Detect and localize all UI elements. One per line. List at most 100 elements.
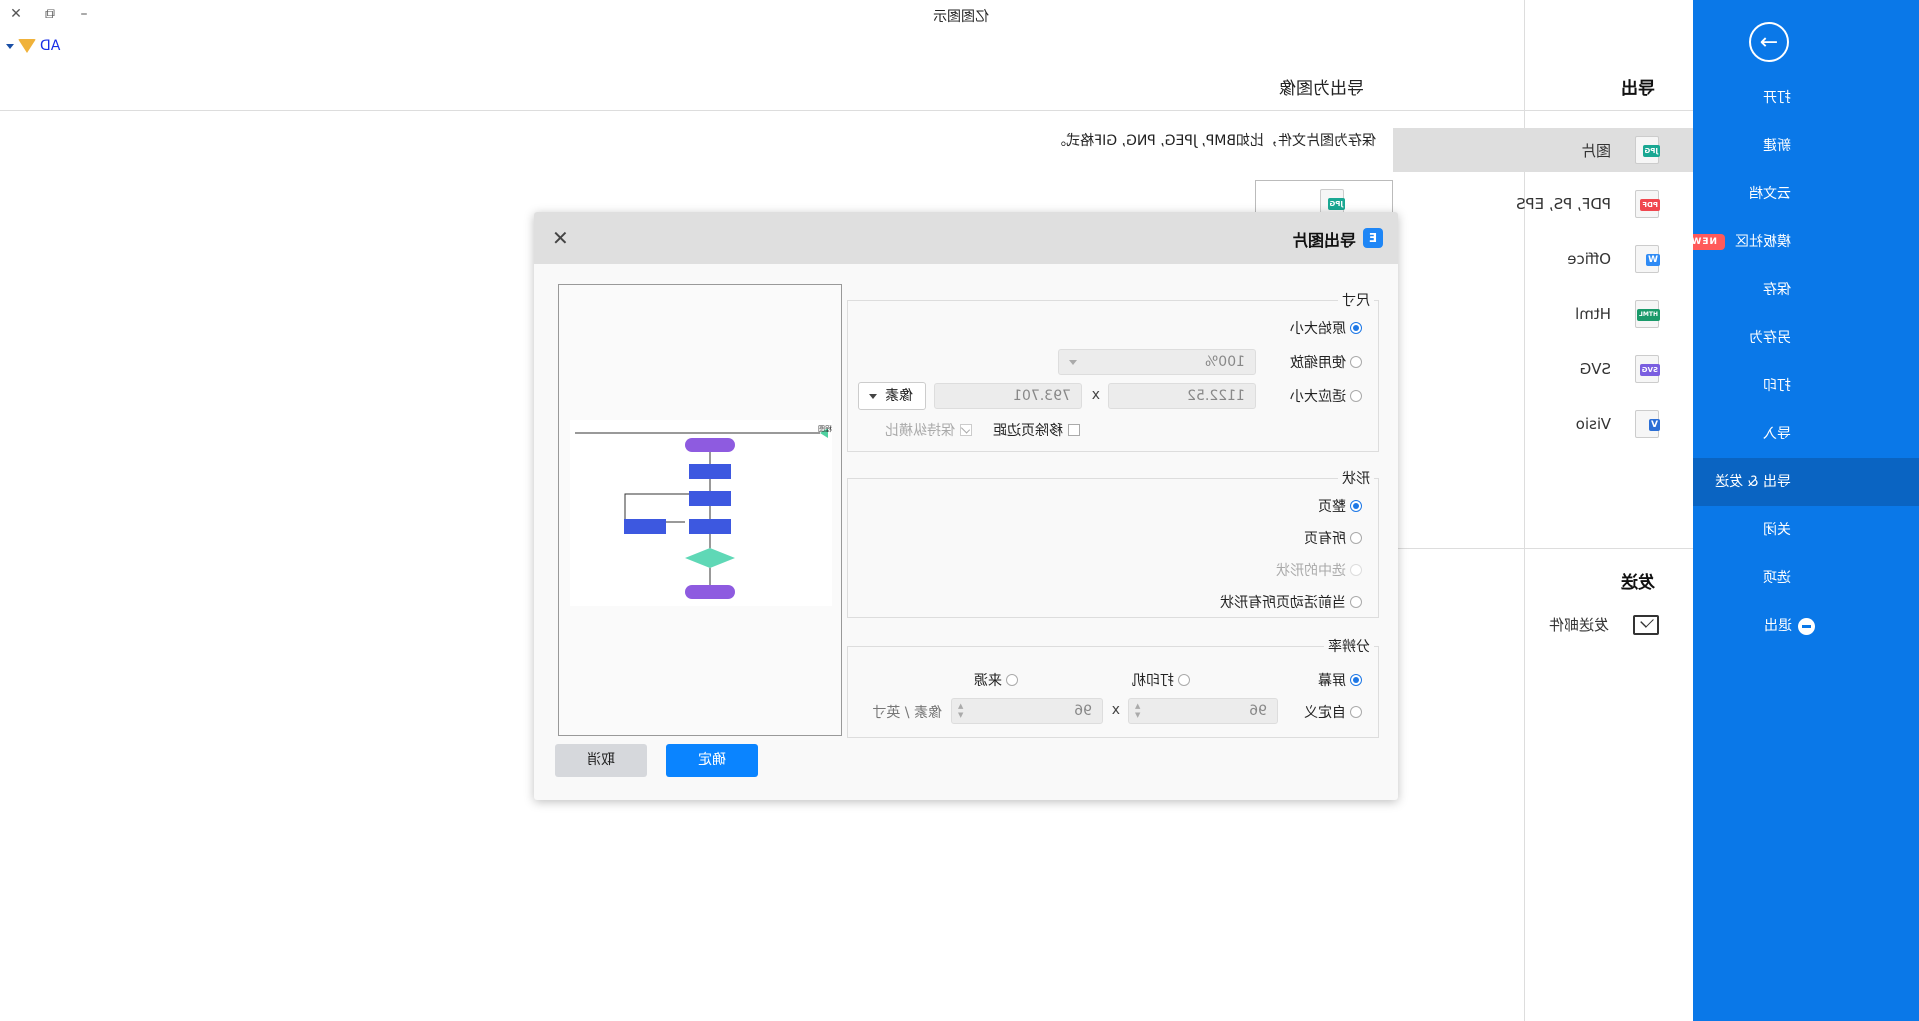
size-legend: 尺寸 — [1342, 293, 1370, 309]
format-item-pdf[interactable]: PDF PDF, PS, EPS — [1393, 182, 1693, 226]
user-menu[interactable]: AD — [6, 38, 60, 54]
close-icon[interactable]: ✕ — [552, 226, 569, 250]
scale-select[interactable]: 100% — [1058, 349, 1256, 375]
option-label: 移除页边距 — [993, 423, 1063, 439]
radio-button[interactable] — [1350, 390, 1362, 402]
minimize-button[interactable]: – — [74, 4, 94, 24]
spinner-icon[interactable]: ▲ ▼ — [958, 702, 963, 720]
sidebar-item-label: 云文档 — [1749, 186, 1791, 202]
jpg-file-icon: JPG — [1635, 136, 1660, 164]
format-item-image[interactable]: JPG 图片 — [1393, 128, 1693, 172]
dpi-x-input[interactable]: 96 ▲ ▼ — [1128, 698, 1278, 724]
exit-icon — [1798, 617, 1815, 635]
flow-node — [689, 519, 731, 534]
shape-legend: 形状 — [1342, 471, 1370, 487]
content-description: 保存为图片文件，比如BMP, JPEG, PNG, GIF格式。 — [1052, 133, 1376, 149]
dpi-y-input[interactable]: 96 ▲ ▼ — [951, 698, 1103, 724]
format-label: Html — [1575, 305, 1611, 323]
sidebar-item-open[interactable]: 打开 — [1693, 74, 1919, 122]
radio-fit-size[interactable]: 适应大小 — [1290, 386, 1362, 406]
app-window: 亿图图示 – ⧉ ✕ AD → 打开 新建 云文档 模板社区NEW 保存 另存为… — [0, 0, 1919, 1021]
spinner-icon[interactable]: ▲ ▼ — [1135, 702, 1140, 720]
flow-decision — [685, 548, 735, 568]
format-label: 图片 — [1580, 141, 1611, 160]
radio-custom[interactable]: 自定义 — [1304, 702, 1362, 722]
radio-button[interactable] — [1178, 674, 1190, 686]
cancel-button[interactable]: 取消 — [555, 744, 647, 777]
flow-title: 业务流程图 — [818, 424, 832, 433]
sidebar-item-save[interactable]: 保存 — [1693, 266, 1919, 314]
radio-screen[interactable]: 屏幕 — [1318, 670, 1362, 690]
ok-button[interactable]: 确定 — [666, 744, 758, 777]
option-label: 自定义 — [1304, 705, 1346, 721]
preview-panel: 业务流程图 — [558, 284, 853, 736]
app-logo-icon: E — [1363, 228, 1383, 248]
height-input[interactable]: 793.701 — [934, 383, 1082, 409]
option-label: 所有页 — [1304, 531, 1346, 547]
dpi-unit-label: 像素 / 英寸 — [872, 705, 942, 721]
window-title: 亿图图示 — [933, 9, 989, 25]
word-file-icon: W — [1635, 245, 1660, 273]
radio-button[interactable] — [1350, 322, 1362, 334]
radio-button[interactable] — [1350, 532, 1362, 544]
format-label: Visio — [1575, 415, 1611, 433]
close-window-button[interactable]: ✕ — [6, 4, 26, 24]
radio-all-pages[interactable]: 所有页 — [1304, 528, 1362, 548]
radio-active-page-shapes[interactable]: 当前活动页所有形状 — [1220, 592, 1362, 612]
send-email-label: 发送邮件 — [1548, 616, 1609, 634]
chevron-down-icon — [1069, 360, 1077, 365]
radio-source[interactable]: 来源 — [974, 670, 1018, 690]
chevron-down-icon — [6, 43, 14, 49]
sidebar-item-close[interactable]: 关闭 — [1693, 506, 1919, 554]
radio-button[interactable] — [1006, 674, 1018, 686]
scale-value: 100% — [1204, 354, 1245, 370]
sidebar-item-export-send[interactable]: 导出 & 发送 — [1693, 458, 1919, 506]
keep-ratio-checkbox[interactable]: 保持纵横比 — [885, 420, 972, 440]
chevron-down-icon — [869, 394, 877, 399]
checkbox[interactable] — [1068, 424, 1080, 436]
sidebar-item-label: 选项 — [1763, 570, 1791, 586]
restore-button[interactable]: ⧉ — [40, 4, 60, 24]
vip-crown-icon — [18, 39, 36, 53]
format-label: Office — [1567, 250, 1611, 268]
sidebar-item-template-community[interactable]: 模板社区NEW — [1682, 218, 1919, 266]
radio-button[interactable] — [1350, 356, 1362, 368]
format-item-office[interactable]: W Office — [1393, 237, 1693, 281]
mail-icon — [1633, 614, 1659, 635]
dialog-header: E 导出图片 ✕ — [534, 212, 1398, 264]
backstage-sidebar: → 打开 新建 云文档 模板社区NEW 保存 另存为 打印 导入 导出 & 发送… — [1682, 0, 1919, 1021]
export-image-dialog: E 导出图片 ✕ 尺寸 原始大小 使用缩放 适应大小 100% 1122.52 … — [534, 212, 1398, 800]
radio-button[interactable] — [1350, 564, 1362, 576]
checkbox[interactable] — [960, 424, 972, 436]
sidebar-item-options[interactable]: 选项 — [1693, 554, 1919, 602]
radio-selected-shapes[interactable]: 选中的形状 — [1276, 560, 1362, 580]
radio-button[interactable] — [1350, 500, 1362, 512]
resolution-group: 分辨率 — [847, 636, 1379, 738]
format-item-visio[interactable]: V Visio — [1393, 402, 1693, 446]
radio-button[interactable] — [1350, 674, 1362, 686]
sidebar-item-cloud-docs[interactable]: 云文档 — [1693, 170, 1919, 218]
radio-original-size[interactable]: 原始大小 — [1290, 318, 1362, 338]
unit-select[interactable]: 像素 — [858, 382, 926, 410]
sidebar-item-print[interactable]: 打印 — [1693, 362, 1919, 410]
flow-node — [685, 585, 735, 599]
sidebar-item-save-as[interactable]: 另存为 — [1693, 314, 1919, 362]
sidebar-item-new[interactable]: 新建 — [1693, 122, 1919, 170]
size-x-separator: x — [1091, 387, 1100, 403]
back-button[interactable]: → — [1749, 22, 1789, 62]
option-label: 当前活动页所有形状 — [1220, 595, 1346, 611]
width-input[interactable]: 1122.52 — [1108, 383, 1256, 409]
flow-node — [689, 491, 731, 506]
sidebar-item-exit[interactable]: 退出 — [1693, 602, 1919, 650]
send-email-item[interactable]: 发送邮件 — [1549, 614, 1659, 635]
format-item-svg[interactable]: SVG SVG — [1393, 347, 1693, 391]
format-item-html[interactable]: HTML Html — [1393, 292, 1693, 336]
sidebar-item-import[interactable]: 导入 — [1693, 410, 1919, 458]
radio-use-scale[interactable]: 使用缩放 — [1290, 352, 1362, 372]
unit-value: 像素 — [885, 388, 913, 404]
radio-button[interactable] — [1350, 706, 1362, 718]
radio-printer[interactable]: 打印机 — [1132, 670, 1190, 690]
remove-margin-checkbox[interactable]: 移除页边距 — [993, 420, 1080, 440]
radio-button[interactable] — [1350, 596, 1362, 608]
radio-whole-page[interactable]: 整页 — [1318, 496, 1362, 516]
